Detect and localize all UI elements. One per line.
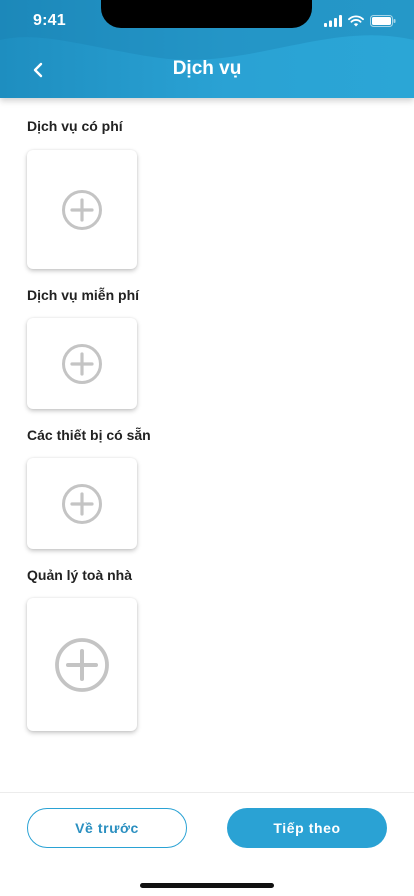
add-equipment-button[interactable] bbox=[27, 458, 137, 549]
page-title: Dịch vụ bbox=[172, 58, 242, 79]
plus-circle-icon bbox=[62, 343, 102, 384]
status-time: 9:41 bbox=[33, 12, 66, 29]
section-label-free-services: Dịch vụ miễn phí bbox=[27, 287, 140, 303]
wifi-icon bbox=[348, 15, 364, 27]
previous-button[interactable]: Về trước bbox=[27, 808, 187, 848]
section-label-paid-services: Dịch vụ có phí bbox=[27, 118, 123, 134]
battery-icon bbox=[370, 15, 396, 27]
status-icons bbox=[324, 15, 396, 27]
section-label-available-equipment: Các thiết bị có sẵn bbox=[27, 427, 151, 443]
next-button[interactable]: Tiếp theo bbox=[227, 808, 387, 848]
plus-circle-icon bbox=[62, 189, 102, 230]
plus-circle-icon bbox=[55, 637, 109, 692]
home-indicator bbox=[140, 883, 274, 888]
signal-icon bbox=[324, 15, 342, 27]
app-header: 9:41 Dịch vụ bbox=[0, 0, 414, 98]
device-notch bbox=[101, 0, 312, 28]
section-label-building-management: Quản lý toà nhà bbox=[27, 567, 133, 583]
add-building-management-button[interactable] bbox=[27, 598, 137, 731]
add-paid-service-button[interactable] bbox=[27, 150, 137, 269]
plus-circle-icon bbox=[62, 483, 102, 524]
add-free-service-button[interactable] bbox=[27, 318, 137, 409]
